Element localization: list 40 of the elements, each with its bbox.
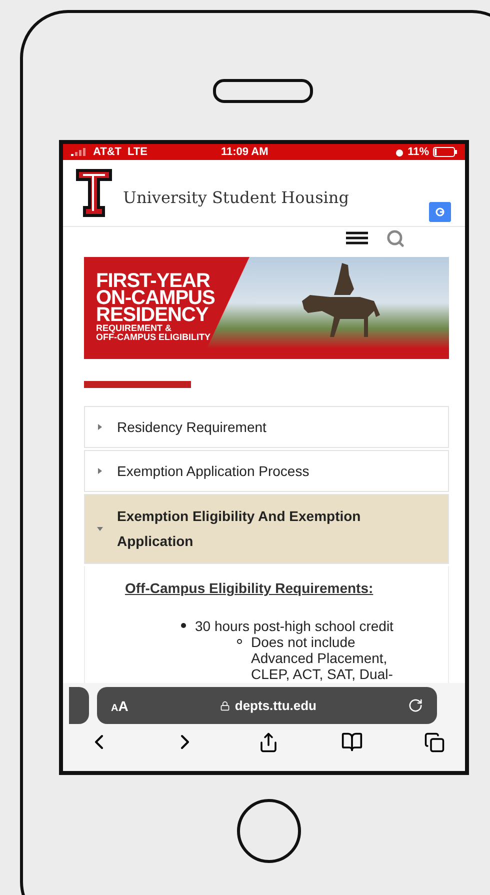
menu-icon[interactable]: [346, 231, 368, 245]
accordion-title: Exemption Application Process: [117, 462, 310, 480]
list-item-text: 30 hours post-high school credit: [195, 618, 394, 634]
bullet-icon: [237, 639, 242, 644]
signal-icon: [71, 148, 87, 156]
list-item-text: Does not include Advanced Placement, CLEP, ACT, SAT, Dual-: [251, 634, 394, 682]
battery-text: 11%: [408, 146, 429, 158]
home-button[interactable]: [237, 799, 301, 863]
url-text: depts.ttu.edu: [234, 698, 316, 713]
tab-pill[interactable]: [69, 687, 89, 724]
battery-icon: [433, 147, 457, 157]
caret-icon: [97, 424, 103, 430]
section-heading: Off-Campus Eligibility Requirements:: [125, 580, 374, 596]
accordion-header[interactable]: Exemption Application Process: [84, 450, 449, 492]
network-text: LTE: [128, 146, 148, 158]
logo-icon: [75, 168, 113, 218]
carrier-text: AT&T: [93, 146, 122, 158]
text-size-button[interactable]: AA: [111, 698, 128, 714]
share-icon[interactable]: [258, 732, 279, 752]
caret-icon: [97, 468, 103, 474]
site-title: University Student Housing: [123, 188, 349, 207]
accordion-header[interactable]: Residency Requirement: [84, 406, 449, 448]
banner-title-line: ON-CAMPUS: [96, 290, 215, 307]
banner-subtitle-line: OFF-CAMPUS ELIGIBILITY: [96, 333, 212, 342]
caret-icon: [97, 526, 103, 532]
reload-icon[interactable]: [408, 698, 423, 713]
accordion-title: Residency Requirement: [117, 418, 266, 436]
bullet-icon: [181, 623, 186, 628]
search-icon[interactable]: [386, 228, 405, 248]
address-bar[interactable]: AA depts.ttu.edu: [97, 687, 437, 724]
translate-icon[interactable]: [429, 202, 451, 222]
banner-title-line: FIRST-YEAR: [96, 273, 210, 290]
banner-title-line: RESIDENCY: [96, 307, 208, 324]
accordion-title: Exemption Eligibility And Exemption Application: [117, 507, 362, 551]
accordion-header[interactable]: Exemption Eligibility And Exemption Application: [84, 494, 449, 564]
lock-icon: [220, 700, 230, 710]
time-text: 11:09 AM: [221, 146, 268, 158]
book-icon[interactable]: [340, 731, 362, 753]
banner-subtitle-line: REQUIREMENT &: [96, 324, 173, 333]
tabs-icon[interactable]: [424, 732, 445, 752]
